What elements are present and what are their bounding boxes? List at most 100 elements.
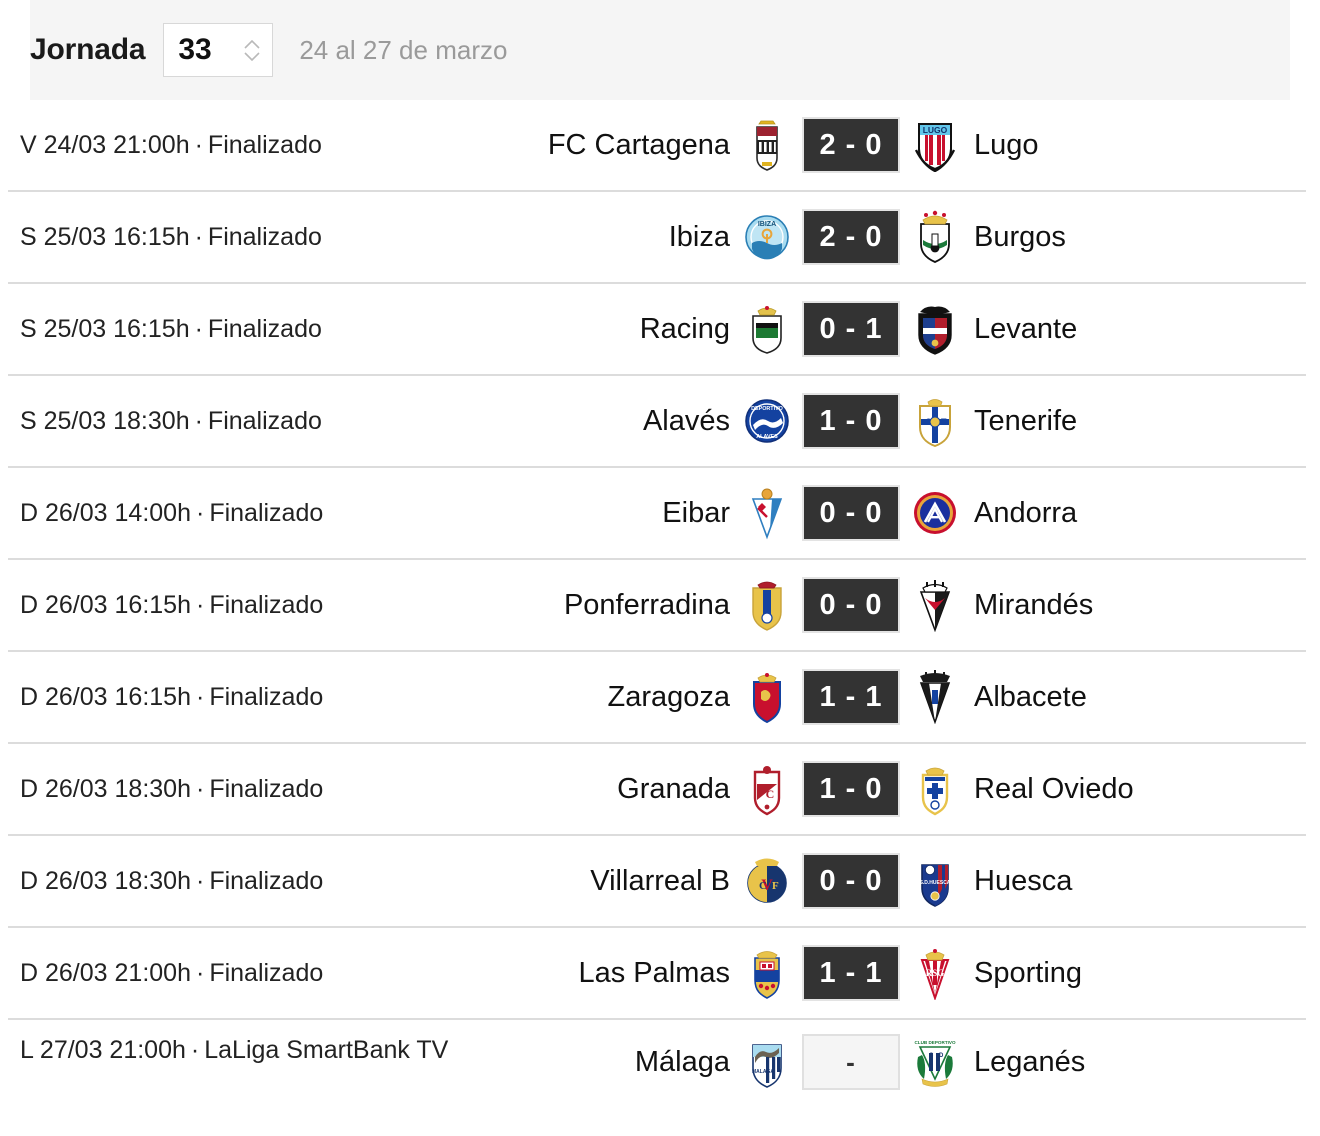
match-row[interactable]: L 27/03 21:00h · LaLiga SmartBank TV Málaga… <box>8 1020 1306 1136</box>
match-row[interactable]: S 25/03 16:15h · Finalizado Racing 0 - 1 Leva… <box>8 284 1306 376</box>
matchday-stepper[interactable]: 33 <box>163 23 274 77</box>
home-team-name[interactable]: FC Cartagena <box>508 129 744 162</box>
svg-text:F: F <box>772 880 779 892</box>
home-team-name[interactable]: Granada <box>508 773 744 806</box>
match-score[interactable]: 2 - 0 <box>802 209 900 265</box>
match-row[interactable]: D 26/03 18:30h · Finalizado Granada C 1 - 0 Re… <box>8 744 1306 836</box>
svg-text:C: C <box>759 880 767 892</box>
match-row[interactable]: V 24/03 21:00h · Finalizado FC Cartagena 2 -… <box>8 100 1306 192</box>
meta-separator: · <box>195 959 205 987</box>
match-fixture: Las Palmas 1 - 1 RSG Sporting <box>508 945 1306 1001</box>
match-row[interactable]: D 26/03 18:30h · Finalizado Villarreal BVCF… <box>8 836 1306 928</box>
away-team-name[interactable]: Sporting <box>958 957 1306 990</box>
eibar-crest <box>744 486 790 540</box>
albacete-crest <box>912 670 958 724</box>
home-team-name[interactable]: Eibar <box>508 497 744 530</box>
away-team-name[interactable]: Albacete <box>958 681 1306 714</box>
match-score[interactable]: 0 - 0 <box>802 577 900 633</box>
match-score[interactable]: 1 - 1 <box>802 945 900 1001</box>
match-score[interactable]: 0 - 1 <box>802 301 900 357</box>
chevron-up-icon[interactable] <box>244 39 260 49</box>
match-score[interactable]: 1 - 0 <box>802 761 900 817</box>
meta-separator: · <box>194 407 203 435</box>
home-team-name[interactable]: Alavés <box>508 405 744 438</box>
match-meta: S 25/03 16:15h · Finalizado <box>8 221 508 253</box>
match-datetime: S 25/03 16:15h <box>20 223 190 251</box>
away-team-name[interactable]: Lugo <box>958 129 1306 162</box>
match-status: Finalizado <box>209 683 324 711</box>
match-status: Finalizado <box>207 407 322 435</box>
match-meta: D 26/03 14:00h · Finalizado <box>8 497 508 529</box>
meta-separator: · <box>195 683 205 711</box>
match-fixture: Granada C 1 - 0 Real Oviedo <box>508 761 1306 817</box>
match-score[interactable]: 0 - 0 <box>802 485 900 541</box>
home-team-name[interactable]: Ponferradina <box>508 589 744 622</box>
away-team-name[interactable]: Real Oviedo <box>958 773 1306 806</box>
match-datetime: D 26/03 14:00h <box>20 499 191 527</box>
match-status: Finalizado <box>207 131 322 159</box>
match-row[interactable]: D 26/03 14:00h · Finalizado Eibar 0 - 0 Andor… <box>8 468 1306 560</box>
away-team-name[interactable]: Huesca <box>958 865 1306 898</box>
svg-text:C: C <box>766 787 775 801</box>
alaves-crest: DEPORTIVO ALAVES <box>744 394 790 448</box>
match-score[interactable]: 1 - 1 <box>802 669 900 725</box>
svg-text:D: D <box>939 1053 944 1059</box>
fc-cartagena-crest <box>744 118 790 172</box>
home-team-name[interactable]: Málaga <box>508 1046 744 1079</box>
home-team-name[interactable]: Zaragoza <box>508 681 744 714</box>
meta-separator: · <box>194 315 203 343</box>
match-meta: D 26/03 16:15h · Finalizado <box>8 681 508 713</box>
zaragoza-crest <box>744 670 790 724</box>
las-palmas-crest <box>744 946 790 1000</box>
svg-text:T: T <box>941 417 947 427</box>
meta-separator: · <box>195 499 205 527</box>
svg-text:RSG: RSG <box>926 968 945 978</box>
match-row[interactable]: D 26/03 21:00h · Finalizado Las Palmas 1 - 1… <box>8 928 1306 1020</box>
match-score[interactable]: 0 - 0 <box>802 853 900 909</box>
match-meta: S 25/03 16:15h · Finalizado <box>8 313 508 345</box>
home-team-name[interactable]: Las Palmas <box>508 957 744 990</box>
andorra-crest <box>912 486 958 540</box>
home-team-name[interactable]: Villarreal B <box>508 865 744 898</box>
svg-text:ALAVES: ALAVES <box>756 434 778 440</box>
away-team-name[interactable]: Levante <box>958 313 1306 346</box>
match-row[interactable]: D 26/03 16:15h · Finalizado Zaragoza 1 - 1 Al… <box>8 652 1306 744</box>
match-datetime: S 25/03 16:15h <box>20 315 190 343</box>
away-team-name[interactable]: Tenerife <box>958 405 1306 438</box>
away-team-name[interactable]: Burgos <box>958 221 1306 254</box>
match-row[interactable]: D 26/03 16:15h · Finalizado Ponferradina 0 -… <box>8 560 1306 652</box>
away-team-name[interactable]: Leganés <box>958 1046 1306 1079</box>
match-row[interactable]: S 25/03 18:30h · Finalizado Alavés DEPORTIVO… <box>8 376 1306 468</box>
svg-text:IBIZA: IBIZA <box>758 221 776 228</box>
match-score[interactable]: 1 - 0 <box>802 393 900 449</box>
stepper-arrows[interactable] <box>244 39 260 61</box>
home-team-name[interactable]: Racing <box>508 313 744 346</box>
malaga-crest: MALAGA <box>744 1035 790 1089</box>
tenerife-crest: CTD <box>912 394 958 448</box>
match-status: Finalizado <box>209 591 324 619</box>
match-score[interactable]: 2 - 0 <box>802 117 900 173</box>
home-team-name[interactable]: Ibiza <box>508 221 744 254</box>
match-fixture: Ibiza IBIZA 2 - 0 Burgos <box>508 209 1306 265</box>
huesca-crest: S.D.HUESCA <box>912 854 958 908</box>
away-team-name[interactable]: Andorra <box>958 497 1306 530</box>
match-list: V 24/03 21:00h · Finalizado FC Cartagena 2 -… <box>8 100 1306 1136</box>
match-row[interactable]: S 25/03 16:15h · Finalizado Ibiza IBIZA 2 - 0… <box>8 192 1306 284</box>
meta-separator: · <box>194 131 203 159</box>
match-meta: D 26/03 18:30h · Finalizado <box>8 773 508 805</box>
svg-text:LUGO: LUGO <box>923 125 948 135</box>
svg-text:MALAGA: MALAGA <box>752 1069 774 1075</box>
svg-text:CLUB DEPORTIVO: CLUB DEPORTIVO <box>914 1040 956 1045</box>
match-score[interactable]: - <box>802 1034 900 1090</box>
meta-separator: · <box>195 775 205 803</box>
away-team-name[interactable]: Mirandés <box>958 589 1306 622</box>
match-status: Finalizado <box>209 775 324 803</box>
chevron-down-icon[interactable] <box>244 51 260 61</box>
match-datetime: L 27/03 21:00h <box>20 1036 186 1064</box>
svg-text:C: C <box>929 1053 934 1059</box>
sporting-gijon-crest: RSG <box>912 946 958 1000</box>
match-meta: L 27/03 21:00h · LaLiga SmartBank TV <box>8 1034 508 1066</box>
match-meta: S 25/03 18:30h · Finalizado <box>8 405 508 437</box>
match-meta: D 26/03 16:15h · Finalizado <box>8 589 508 621</box>
match-status: Finalizado <box>207 315 322 343</box>
